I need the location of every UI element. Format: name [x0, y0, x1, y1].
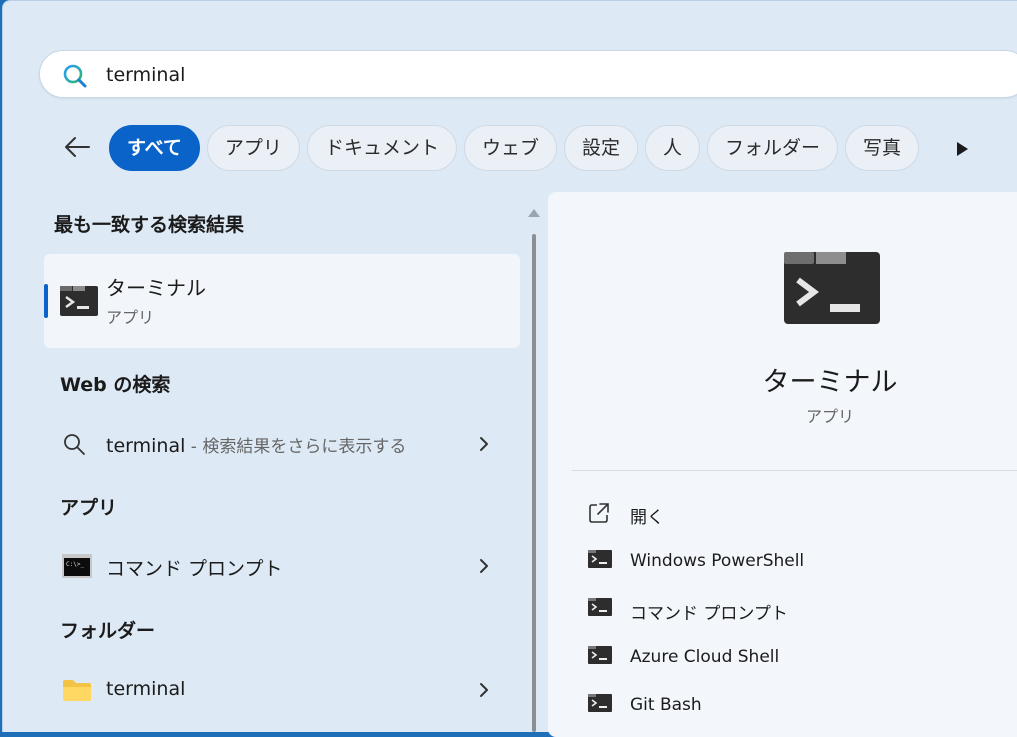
tab-settings[interactable]: 設定: [563, 125, 638, 171]
folder-result-terminal[interactable]: terminal: [42, 666, 520, 716]
tab-all[interactable]: すべて: [109, 125, 200, 171]
terminal-icon: [588, 646, 612, 664]
apps-heading: アプリ: [60, 497, 118, 519]
search-icon: [63, 64, 87, 88]
action-git-bash[interactable]: Git Bash: [584, 688, 1014, 724]
scroll-up-arrow[interactable]: [528, 209, 540, 217]
terminal-icon: [588, 694, 612, 712]
tab-web[interactable]: ウェブ: [463, 125, 557, 171]
action-powershell-label: Windows PowerShell: [630, 551, 805, 571]
filter-tabs: すべて アプリ ドキュメント ウェブ 設定人フォルダー 写真: [109, 125, 927, 173]
best-match-name: ターミナル: [106, 276, 206, 300]
tab-people[interactable]: 人: [644, 125, 700, 171]
tab-photos[interactable]: 写真: [845, 125, 920, 171]
open-external-icon: [589, 503, 609, 523]
search-icon: [64, 434, 85, 455]
back-button[interactable]: [59, 129, 95, 165]
detail-app-name: ターミナル: [762, 367, 898, 398]
tab-folders[interactable]: フォルダー: [707, 125, 839, 171]
terminal-icon: [588, 550, 612, 568]
more-filters-button[interactable]: [947, 135, 977, 163]
results-list: 最も一致する検索結果 ターミナル アプリ Web の検索 terminal - …: [42, 192, 522, 732]
chevron-right-icon: [480, 683, 488, 697]
web-search-hint: - 検索結果をさらに表示する: [185, 437, 407, 457]
action-command-prompt[interactable]: コマンド プロンプト: [584, 592, 1014, 628]
folder-result-name: terminal: [106, 678, 186, 700]
folders-heading: フォルダー: [60, 620, 156, 642]
web-search-heading: Web の検索: [60, 374, 171, 396]
action-git-bash-label: Git Bash: [630, 695, 702, 715]
chevron-right-icon: [480, 559, 488, 573]
action-azure-cloud-shell-label: Azure Cloud Shell: [630, 647, 780, 667]
action-open-label: 開く: [630, 508, 664, 528]
web-search-query: terminal: [106, 435, 186, 457]
action-powershell[interactable]: Windows PowerShell: [584, 544, 1014, 580]
svg-text:C:\>_: C:\>_: [66, 561, 84, 568]
best-match-item[interactable]: ターミナル アプリ: [44, 254, 520, 348]
action-azure-cloud-shell[interactable]: Azure Cloud Shell: [584, 640, 1014, 676]
app-result-command-prompt[interactable]: C:\>_ コマンド プロンプト: [42, 542, 520, 592]
best-match-heading: 最も一致する検索結果: [54, 214, 245, 236]
search-box[interactable]: [39, 50, 1017, 98]
command-prompt-icon: C:\>_: [62, 554, 92, 578]
terminal-app-large-icon: [784, 252, 880, 324]
terminal-app-icon: [60, 286, 98, 316]
divider: [572, 470, 1017, 471]
action-command-prompt-label: コマンド プロンプト: [630, 604, 788, 624]
chevron-right-icon: [480, 437, 488, 451]
terminal-icon: [588, 598, 612, 616]
web-search-text: terminal - 検索結果をさらに表示する: [106, 432, 406, 457]
detail-app-type: アプリ: [805, 407, 854, 426]
detail-pane: ターミナル アプリ 開く Windows PowerShell コマンド プロン…: [548, 192, 1017, 737]
selection-indicator: [44, 284, 48, 318]
tab-documents[interactable]: ドキュメント: [306, 125, 457, 171]
scrollbar-thumb[interactable]: [532, 234, 536, 732]
action-open[interactable]: 開く: [584, 496, 1014, 532]
tab-apps[interactable]: アプリ: [206, 125, 300, 171]
web-search-result[interactable]: terminal - 検索結果をさらに表示する: [42, 420, 520, 470]
folder-icon: [63, 680, 91, 701]
app-result-name: コマンド プロンプト: [106, 558, 283, 580]
back-arrow-icon: [65, 137, 90, 157]
search-input[interactable]: [106, 61, 986, 89]
best-match-type: アプリ: [106, 308, 155, 327]
play-right-icon: [957, 142, 968, 156]
